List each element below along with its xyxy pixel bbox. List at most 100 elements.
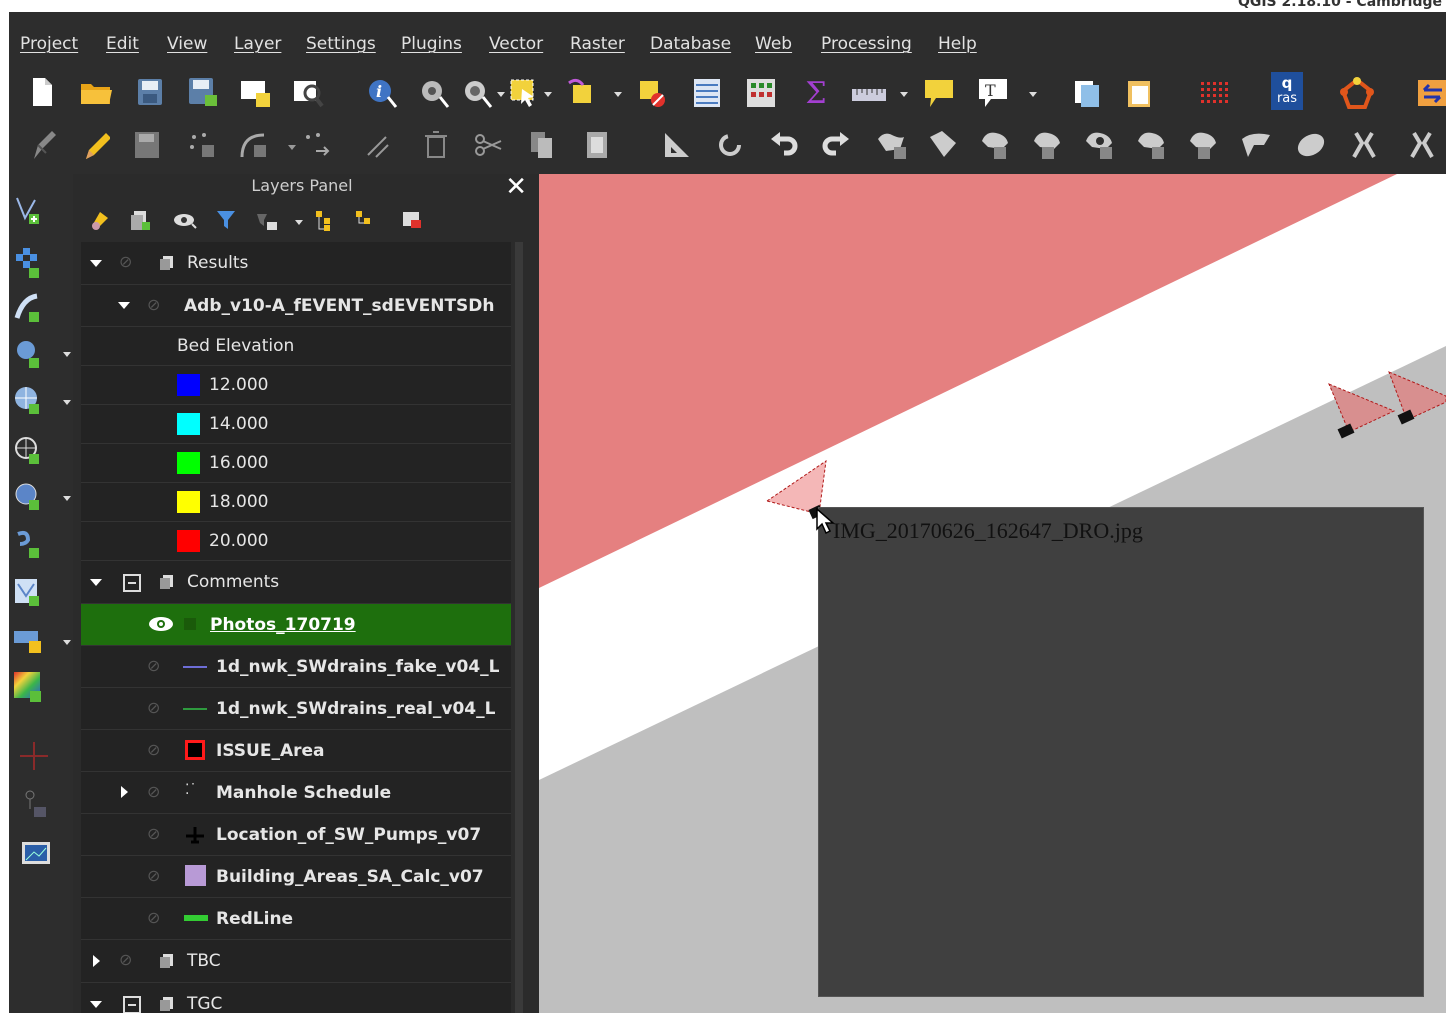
add-vector-icon[interactable] — [13, 292, 43, 324]
visibility-off-icon[interactable]: ⊘ — [147, 698, 160, 717]
visibility-off-icon[interactable]: ⊘ — [147, 782, 160, 801]
select-dropdown-icon[interactable] — [544, 92, 552, 97]
partial-checkbox[interactable] — [123, 996, 141, 1013]
save-edits-icon[interactable] — [133, 128, 163, 162]
expand-arrow-icon[interactable] — [90, 260, 102, 267]
undo-icon[interactable] — [767, 128, 801, 162]
deselect-icon[interactable] — [635, 76, 669, 110]
paste-features-icon[interactable] — [581, 128, 615, 162]
circular-dropdown-icon[interactable] — [288, 145, 296, 150]
digitize-angle-icon[interactable] — [659, 128, 695, 162]
add-delimited-text-icon[interactable] — [13, 528, 43, 560]
add-spatialite-icon[interactable] — [13, 576, 43, 608]
layer-row-swdrains-real[interactable]: ⊘ 1d_nwk_SWdrains_real_v04_L — [81, 688, 511, 730]
delete-selected-icon[interactable] — [419, 128, 453, 162]
move-feature-icon[interactable] — [299, 128, 333, 162]
grid-dots-icon[interactable] — [1196, 76, 1232, 110]
partial-checkbox[interactable] — [123, 574, 141, 592]
layer-row-swdrains-fake[interactable]: ⊘ 1d_nwk_SWdrains_fake_v04_L — [81, 646, 511, 688]
filter-expression-icon[interactable] — [253, 206, 283, 234]
visibility-off-icon[interactable]: ⊘ — [147, 740, 160, 759]
style-manager-icon[interactable] — [87, 206, 113, 234]
mssql-dropdown-icon[interactable] — [63, 640, 71, 645]
statistics-icon[interactable]: Σ — [801, 76, 831, 111]
measure-dropdown-icon[interactable] — [900, 92, 908, 97]
manage-visibility-icon[interactable] — [171, 206, 201, 234]
visibility-off-icon[interactable]: ⊘ — [147, 866, 160, 885]
identify-icon[interactable]: i — [365, 76, 399, 110]
add-postgis-icon[interactable] — [13, 338, 43, 370]
group-row-tbc[interactable]: ⊘ TBC — [81, 940, 511, 983]
menu-help[interactable]: Help — [938, 34, 977, 54]
undo-rotation-icon[interactable] — [713, 128, 747, 162]
annotation-dropdown-icon[interactable] — [1029, 92, 1037, 97]
toggle-editing-icon[interactable] — [81, 128, 111, 162]
save-project-icon[interactable] — [135, 76, 165, 108]
visibility-off-icon[interactable]: ⊘ — [147, 295, 160, 314]
save-as-icon[interactable] — [187, 76, 219, 108]
add-wms-raster-icon[interactable] — [13, 670, 43, 704]
menu-project[interactable]: Project — [20, 34, 78, 54]
add-ring-icon[interactable] — [925, 128, 961, 162]
add-raster-icon[interactable] — [13, 248, 43, 280]
add-circular-string-icon[interactable] — [237, 128, 271, 162]
menu-plugins[interactable]: Plugins — [401, 34, 462, 54]
close-icon[interactable]: ✕ — [505, 172, 527, 202]
text-annotation-icon[interactable]: T — [975, 76, 1011, 110]
panel-splitter[interactable] — [531, 174, 539, 1013]
qras-icon[interactable]: q ras — [1271, 72, 1303, 110]
layer-row-redline[interactable]: ⊘ RedLine — [81, 898, 511, 940]
visibility-off-icon[interactable]: ⊘ — [119, 252, 132, 271]
merge-features-icon[interactable] — [1405, 128, 1441, 162]
delete-ring-icon[interactable] — [1081, 128, 1117, 162]
add-group-icon[interactable] — [127, 206, 153, 234]
refresh-icon[interactable] — [1414, 76, 1446, 110]
visibility-off-icon[interactable]: ⊘ — [147, 656, 160, 675]
add-part-icon[interactable] — [977, 128, 1013, 162]
new-project-icon[interactable] — [29, 76, 55, 108]
map-window-icon[interactable] — [19, 838, 53, 868]
fill-ring-icon[interactable] — [1029, 128, 1065, 162]
tree-scrollbar[interactable] — [515, 242, 523, 1013]
current-edits-icon[interactable] — [27, 128, 57, 162]
menu-web[interactable]: Web — [755, 34, 792, 54]
offset-curve-icon[interactable] — [1239, 128, 1275, 162]
simplify-icon[interactable] — [873, 128, 909, 162]
layer-row-building-areas[interactable]: ⊘ Building_Areas_SA_Calc_v07 — [81, 856, 511, 898]
remove-layer-icon[interactable] — [399, 206, 425, 234]
add-wfs-icon[interactable] — [13, 434, 43, 466]
node-tool-icon[interactable] — [361, 128, 395, 162]
digitize-point-icon[interactable] — [17, 739, 51, 773]
menu-edit[interactable]: Edit — [106, 34, 139, 54]
open-project-icon[interactable] — [79, 78, 113, 108]
filter-dropdown-icon[interactable] — [295, 220, 303, 225]
expand-all-icon[interactable] — [311, 206, 337, 234]
collapse-all-icon[interactable] — [351, 206, 377, 234]
wcs-dropdown-icon[interactable] — [63, 496, 71, 501]
paste-icon[interactable] — [1122, 76, 1158, 110]
split-features-icon[interactable] — [1293, 128, 1329, 162]
eye-icon[interactable] — [147, 613, 175, 640]
layer-row-pumps[interactable]: ⊘ Location_of_SW_Pumps_v07 — [81, 814, 511, 856]
select-layer-icon[interactable] — [564, 76, 598, 110]
map-tips-icon[interactable] — [919, 76, 959, 110]
layer-row-manhole[interactable]: ⊘ ⁚˙ Manhole Schedule — [81, 772, 511, 814]
field-calculator-icon[interactable] — [744, 76, 778, 110]
menu-view[interactable]: View — [167, 34, 207, 54]
collapse-arrow-icon[interactable] — [93, 955, 100, 967]
expand-arrow-icon[interactable] — [118, 302, 130, 309]
layer-row-adb[interactable]: ⊘ Adb_v10-A_fEVENT_sdEVENTSDh — [81, 285, 511, 327]
map-canvas[interactable]: IMG_20170626_162647_DRO.jpg — [539, 174, 1446, 1013]
attribute-table-icon[interactable] — [690, 76, 724, 110]
menu-settings[interactable]: Settings — [306, 34, 376, 54]
expand-arrow-icon[interactable] — [90, 579, 102, 586]
zoom-dropdown-icon[interactable] — [497, 92, 505, 97]
redo-icon[interactable] — [819, 128, 853, 162]
split-parts-icon[interactable] — [1347, 128, 1383, 162]
visibility-off-icon[interactable]: ⊘ — [119, 950, 132, 969]
menu-vector[interactable]: Vector — [489, 34, 543, 54]
zoom-icon[interactable] — [457, 76, 497, 110]
add-wms-icon[interactable] — [13, 384, 43, 416]
layer-row-photos[interactable]: Photos_170719 — [81, 604, 511, 646]
visibility-off-icon[interactable]: ⊘ — [147, 908, 160, 927]
